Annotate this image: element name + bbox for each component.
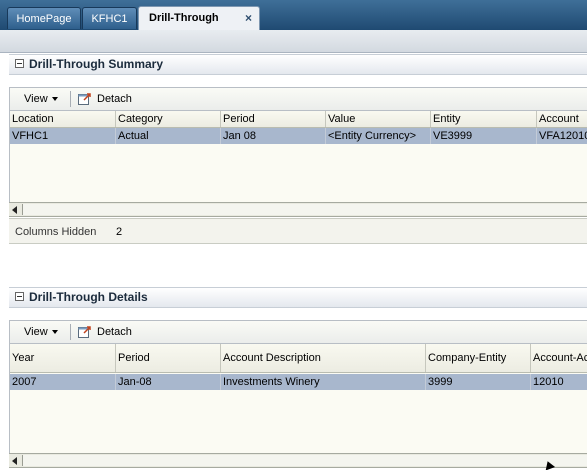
tab-label: Drill-Through — [149, 12, 219, 24]
column-header-entity[interactable]: Entity — [431, 111, 537, 127]
table-header-row: Year Period Account Description Company-… — [10, 344, 587, 373]
close-icon[interactable]: × — [245, 7, 252, 29]
column-header-account[interactable]: Account-Ac — [531, 344, 587, 372]
view-menu-button[interactable]: View — [24, 93, 58, 105]
panel-title: Drill-Through Summary — [29, 57, 164, 71]
cell-category: Actual — [116, 128, 221, 144]
cell-account: 12010 — [533, 376, 564, 388]
detach-label: Detach — [97, 326, 132, 338]
details-horizontal-scrollbar[interactable] — [9, 453, 587, 468]
tab-drill-through[interactable]: Drill-Through × — [138, 6, 260, 30]
panel-title: Drill-Through Details — [29, 290, 148, 304]
mouse-pointer-icon — [542, 459, 556, 470]
summary-panel-header: Drill-Through Summary — [9, 54, 587, 75]
tab-kfhc1[interactable]: KFHC1 — [82, 7, 137, 29]
table-row[interactable]: 2007 Jan-08 Investments Winery 3999 1201… — [10, 374, 587, 390]
detach-icon — [78, 326, 91, 338]
column-header-value[interactable]: Value — [326, 111, 431, 127]
detach-icon — [78, 93, 91, 105]
scroll-left-icon[interactable] — [12, 457, 17, 465]
scroll-thumb[interactable] — [22, 455, 587, 466]
cell-value: <Entity Currency> — [326, 128, 431, 144]
columns-hidden-value: 2 — [116, 226, 123, 238]
view-label: View — [24, 93, 48, 105]
toolbar-separator — [70, 324, 71, 340]
column-header-location[interactable]: Location — [10, 111, 116, 127]
column-header-account[interactable]: Account — [537, 111, 587, 127]
details-toolbar: View Detach — [9, 320, 587, 344]
collapse-icon[interactable] — [15, 292, 24, 301]
table-header-row: Location Category Period Value Entity Ac… — [10, 111, 587, 128]
summary-toolbar: View Detach — [9, 87, 587, 111]
cell-year: 2007 — [10, 374, 116, 390]
columns-hidden-label: Columns Hidden — [15, 226, 97, 238]
summary-horizontal-scrollbar[interactable] — [9, 202, 587, 217]
details-panel-header: Drill-Through Details — [9, 287, 587, 308]
cell-location: VFHC1 — [10, 128, 116, 144]
column-header-period[interactable]: Period — [221, 111, 326, 127]
column-header-year[interactable]: Year — [10, 344, 116, 372]
chevron-down-icon — [51, 97, 58, 102]
tab-bar: HomePage KFHC1 Drill-Through × — [0, 0, 587, 30]
table-row[interactable]: VFHC1 Actual Jan 08 <Entity Currency> VE… — [10, 128, 587, 144]
cell-company-entity: 3999 — [426, 374, 531, 390]
details-table: Year Period Account Description Company-… — [9, 344, 587, 453]
toolbar-separator — [70, 91, 71, 107]
cell-entity: VE3999 — [431, 128, 537, 144]
detach-label: Detach — [97, 93, 132, 105]
summary-footer: Columns Hidden 2 — [9, 218, 587, 244]
cell-period: Jan 08 — [221, 128, 326, 144]
tab-label: HomePage — [16, 13, 72, 25]
column-header-account-description[interactable]: Account Description — [221, 344, 426, 372]
content-header-strip — [0, 30, 587, 53]
tab-homepage[interactable]: HomePage — [7, 7, 81, 29]
cell-period: Jan-08 — [116, 374, 221, 390]
summary-table: Location Category Period Value Entity Ac… — [9, 111, 587, 202]
view-label: View — [24, 326, 48, 338]
column-header-period[interactable]: Period — [116, 344, 221, 372]
tab-label: KFHC1 — [91, 13, 128, 25]
column-header-company-entity[interactable]: Company-Entity — [426, 344, 531, 372]
view-menu-button[interactable]: View — [24, 326, 58, 338]
scroll-thumb[interactable] — [22, 204, 587, 215]
chevron-down-icon — [51, 330, 58, 335]
collapse-icon[interactable] — [15, 59, 24, 68]
cell-account: VFA12010 — [539, 130, 587, 142]
column-header-category[interactable]: Category — [116, 111, 221, 127]
cell-account-description: Investments Winery — [221, 374, 426, 390]
scroll-left-icon[interactable] — [12, 206, 17, 214]
